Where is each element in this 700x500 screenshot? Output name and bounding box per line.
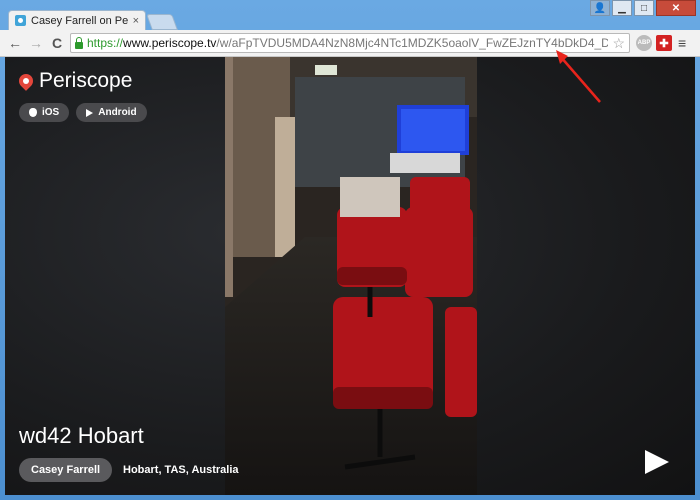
title-bar: Casey Farrell on Periscope × 👤 ▁ □ ✕ (0, 0, 700, 30)
host-name-button[interactable]: Casey Farrell (19, 458, 113, 482)
reload-button[interactable]: C (48, 34, 66, 52)
brand-name: Periscope (39, 69, 133, 92)
broadcast-title: wd42 Hobart (19, 423, 144, 448)
periscope-logo[interactable]: Periscope (16, 69, 133, 93)
ios-app-button[interactable]: iOS (19, 103, 70, 122)
video-player[interactable] (225, 57, 477, 495)
secure-lock-icon (75, 36, 83, 49)
browser-window: Casey Farrell on Periscope × 👤 ▁ □ ✕ ← →… (0, 0, 700, 500)
tab-title: Casey Farrell on Periscope (31, 14, 128, 27)
broadcast-location: Hobart, TAS, Australia (123, 464, 239, 476)
close-window-button[interactable]: ✕ (656, 0, 696, 16)
ios-label: iOS (42, 107, 60, 118)
maximize-button[interactable]: □ (634, 0, 654, 16)
apple-icon (29, 108, 37, 117)
back-button[interactable]: ← (6, 34, 24, 52)
periscope-page: Periscope iOS Android wd42 Hobart Casey … (5, 57, 695, 495)
android-app-button[interactable]: Android (76, 103, 147, 122)
menu-icon[interactable]: ≡ (678, 35, 686, 51)
video-frame-image (225, 57, 477, 495)
url-scheme: https:// (87, 36, 124, 50)
play-store-icon (86, 108, 94, 117)
android-label: Android (98, 107, 137, 118)
red-extension-icon[interactable]: ✚ (656, 35, 672, 51)
minimize-button[interactable]: ▁ (612, 0, 632, 16)
url-path: /w/aFpTVDU5MDA4NzN8Mjc4NTc1MDZK5oaolV_Fw… (216, 36, 609, 50)
adblock-plus-icon[interactable]: ABP (636, 35, 652, 51)
tab-close-icon[interactable]: × (133, 15, 139, 27)
play-icon[interactable] (645, 450, 669, 474)
periscope-pin-icon (16, 71, 36, 91)
app-links: iOS Android (19, 103, 147, 122)
forward-button[interactable]: → (27, 34, 45, 52)
bookmark-star-icon[interactable]: ☆ (612, 35, 625, 52)
window-controls: 👤 ▁ □ ✕ (590, 0, 696, 16)
browser-toolbar: ← → C https://www.periscope.tv/w/aFpTVDU… (0, 30, 700, 57)
url-host: www.periscope.tv (123, 36, 217, 50)
periscope-favicon-icon (15, 15, 26, 26)
user-profile-button[interactable]: 👤 (590, 0, 610, 16)
url-text[interactable]: https://www.periscope.tv/w/aFpTVDU5MDA4N… (87, 36, 608, 50)
new-tab-button[interactable] (146, 14, 178, 30)
browser-tab[interactable]: Casey Farrell on Periscope × (8, 10, 146, 30)
address-bar[interactable]: https://www.periscope.tv/w/aFpTVDU5MDA4N… (70, 33, 630, 53)
